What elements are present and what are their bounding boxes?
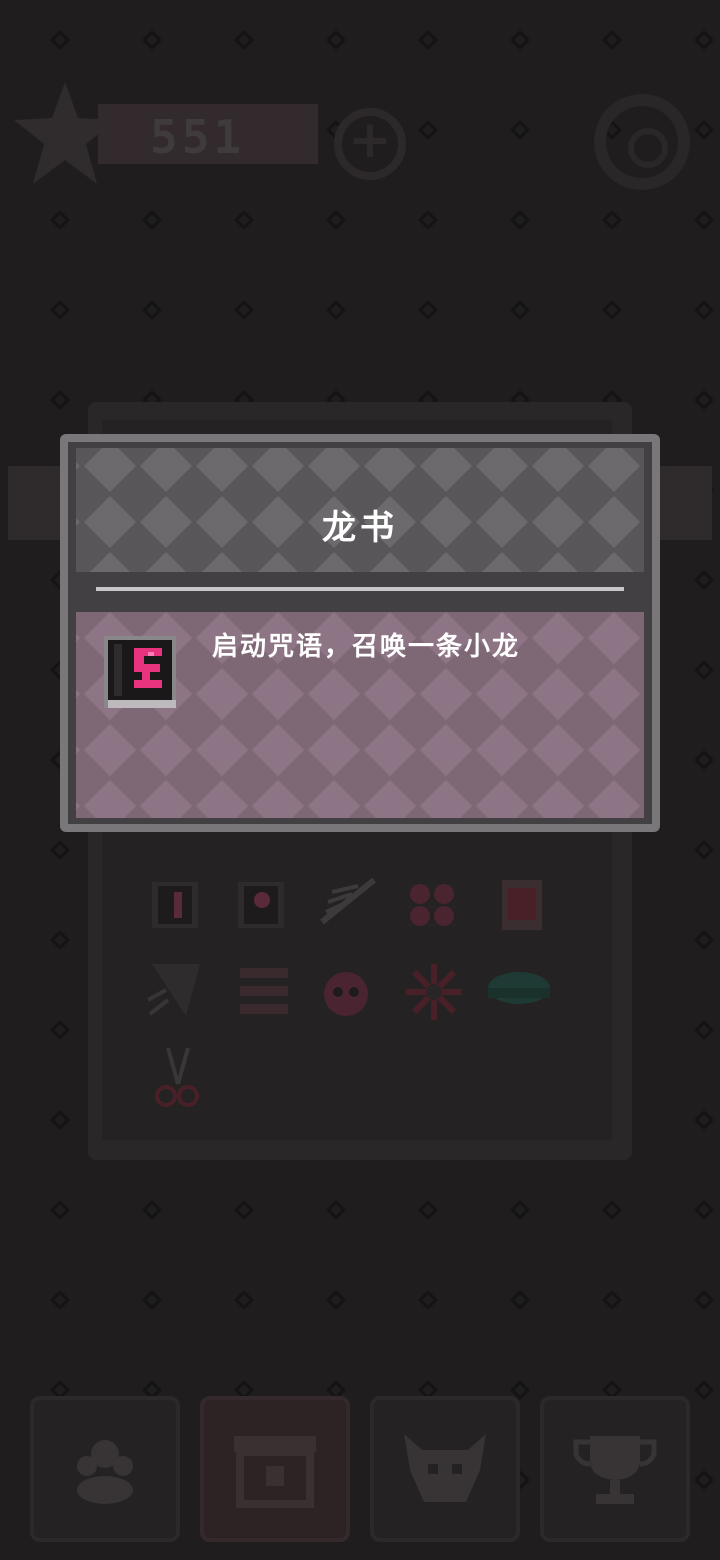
settings-icon[interactable]	[594, 94, 690, 190]
bg-diamond	[510, 30, 530, 50]
nav-trophy-button[interactable]	[540, 1396, 690, 1542]
bg-diamond	[602, 30, 622, 50]
bg-diamond	[694, 210, 714, 230]
green-disc-icon[interactable]	[486, 966, 552, 1022]
bg-diamond	[326, 1200, 346, 1220]
scissors-icon[interactable]	[148, 1044, 204, 1107]
balloon-book-icon[interactable]	[234, 876, 290, 932]
trophy-icon	[573, 1436, 657, 1504]
bg-diamond	[50, 210, 70, 230]
bg-diamond	[694, 390, 714, 410]
bg-diamond	[418, 1200, 438, 1220]
bg-diamond	[50, 390, 70, 410]
bg-diamond	[694, 1200, 714, 1220]
shop-icon	[234, 1436, 316, 1508]
coin-count: 551	[150, 110, 246, 164]
butterfly-icon[interactable]	[404, 876, 460, 932]
bg-diamond	[418, 1290, 438, 1310]
popup-divider	[96, 587, 624, 591]
bg-diamond	[694, 30, 714, 50]
bg-diamond	[694, 930, 714, 950]
red-card-icon[interactable]	[494, 876, 550, 932]
bg-diamond	[326, 30, 346, 50]
bg-diamond	[234, 210, 254, 230]
bg-diamond	[602, 1290, 622, 1310]
bg-diamond	[142, 1200, 162, 1220]
bg-diamond	[142, 210, 162, 230]
bg-diamond	[50, 300, 70, 320]
bg-diamond	[142, 300, 162, 320]
skull-bomb-icon[interactable]	[316, 962, 372, 1018]
bg-diamond	[602, 1200, 622, 1220]
bg-diamond	[326, 210, 346, 230]
bg-diamond	[418, 300, 438, 320]
bg-diamond	[234, 1290, 254, 1310]
stack-icon[interactable]	[236, 964, 292, 1020]
bg-diamond	[326, 300, 346, 320]
item-description: 启动咒语，召唤一条小龙	[212, 632, 521, 662]
bg-diamond	[694, 750, 714, 770]
bg-diamond	[694, 570, 714, 590]
bg-diamond	[510, 300, 530, 320]
bg-diamond	[50, 1200, 70, 1220]
bg-diamond	[694, 840, 714, 860]
nav-monster-button[interactable]	[370, 1396, 520, 1542]
bg-diamond	[234, 30, 254, 50]
bg-diamond	[50, 1290, 70, 1310]
wing-blade-icon[interactable]	[318, 872, 376, 928]
bg-diamond	[234, 300, 254, 320]
bg-diamond	[602, 300, 622, 320]
nav-characters-button[interactable]	[30, 1396, 180, 1542]
bg-diamond	[694, 1290, 714, 1310]
bg-diamond	[694, 660, 714, 680]
bg-diamond	[142, 1290, 162, 1310]
dragon-book-icon	[104, 636, 176, 708]
bg-diamond	[50, 1020, 70, 1040]
bg-diamond	[50, 840, 70, 860]
bg-diamond	[142, 30, 162, 50]
bg-diamond	[234, 1200, 254, 1220]
bg-diamond	[510, 1200, 530, 1220]
spark-icon[interactable]	[404, 962, 462, 1020]
boot-book-icon[interactable]	[148, 876, 204, 932]
bg-diamond	[50, 1110, 70, 1130]
bg-diamond	[694, 1110, 714, 1130]
bg-diamond	[602, 210, 622, 230]
bg-diamond	[418, 30, 438, 50]
bg-diamond	[694, 300, 714, 320]
characters-icon	[77, 1440, 133, 1504]
bg-diamond	[326, 1290, 346, 1310]
bg-diamond	[418, 210, 438, 230]
add-coins-icon[interactable]	[334, 108, 406, 180]
spiked-claw-icon[interactable]	[146, 960, 202, 1016]
bg-diamond	[50, 930, 70, 950]
bg-diamond	[50, 30, 70, 50]
nav-shop-button[interactable]	[200, 1396, 350, 1542]
bg-diamond	[510, 210, 530, 230]
monster-icon	[404, 1434, 486, 1502]
bg-diamond	[694, 1020, 714, 1040]
bg-diamond	[510, 1290, 530, 1310]
popup-title: 龙书	[322, 508, 398, 548]
